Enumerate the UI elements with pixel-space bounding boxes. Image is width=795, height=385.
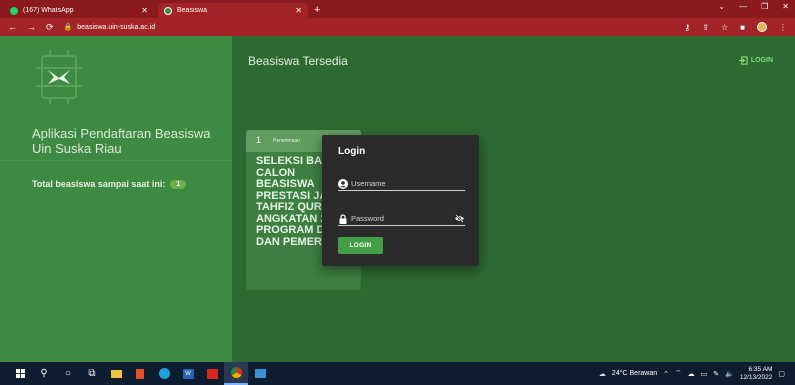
tab-close-icon[interactable]: ✕ [141, 6, 148, 15]
key-icon[interactable]: ⚷ [684, 23, 690, 32]
battery-icon[interactable]: ▭ [701, 370, 708, 378]
username-input[interactable] [351, 179, 465, 188]
forward-icon[interactable]: → [27, 22, 36, 33]
share-icon[interactable]: ⇪ [702, 23, 709, 32]
uin-suska-logo [36, 50, 82, 104]
browser-tab-bar: (167) WhatsApp ✕ Beasiswa ✕ + ⌄ — ❐ ✕ [0, 0, 795, 18]
file-explorer-icon[interactable] [104, 362, 128, 385]
clock-date: 12/13/2022 [739, 373, 773, 381]
task-view-icon[interactable]: ⧉ [80, 362, 104, 385]
app-title: Aplikasi Pendaftaran Beasiswa Uin Suska … [32, 126, 211, 156]
weather-cloud-icon[interactable]: ☁ [599, 370, 606, 378]
tab-label: Beasiswa [177, 7, 207, 14]
windows-taskbar: ⚲ ○ ⧉ W ☁ 24°C Berawan ⌃ ⌔ ☁ ▭ ✎ 🔈 6:35 … [0, 362, 795, 385]
password-input[interactable] [351, 214, 454, 223]
office-icon[interactable] [128, 362, 152, 385]
new-tab-button[interactable]: + [314, 3, 320, 18]
total-scholarship: Total beasiswa sampai saat ini: 1 [32, 179, 187, 189]
edge-icon[interactable] [152, 362, 176, 385]
window-controls: ⌄ — ❐ ✕ [718, 2, 789, 11]
clock[interactable]: 6:35 AM 12/13/2022 [740, 366, 773, 382]
total-label: Total beasiswa sampai saat ini: [32, 179, 166, 189]
menu-dots-icon[interactable]: ⋮ [779, 23, 787, 32]
page-title: Beasiswa Tersedia [248, 54, 348, 68]
lock-icon[interactable]: 🔒 [64, 23, 73, 31]
search-icon[interactable]: ⚲ [32, 362, 56, 385]
chrome-icon[interactable] [224, 362, 248, 385]
modal-title: Login [338, 146, 366, 157]
page-content: Aplikasi Pendaftaran Beasiswa Uin Suska … [0, 36, 795, 362]
notification-icon[interactable]: ▢ [778, 370, 785, 378]
tab-whatsapp[interactable]: (167) WhatsApp ✕ [4, 3, 154, 18]
sidebar-divider [0, 160, 232, 161]
total-count-badge: 1 [170, 179, 187, 189]
photos-icon[interactable] [248, 362, 272, 385]
network-icon[interactable]: ⌔ [675, 369, 682, 378]
weather-text[interactable]: 24°C Berawan [612, 370, 657, 377]
whatsapp-icon [10, 6, 18, 15]
windows-logo-icon [15, 369, 25, 378]
volume-icon[interactable]: 🔈 [725, 370, 734, 378]
url-field[interactable]: beasiswa.uin-suska.ac.id [77, 24, 684, 31]
word-icon[interactable]: W [176, 362, 200, 385]
pen-icon[interactable]: ✎ [713, 370, 719, 378]
login-icon [738, 56, 748, 65]
address-bar: ← → ⟳ 🔒 beasiswa.uin-suska.ac.id ⚷ ⇪ ☆ ■… [0, 18, 795, 36]
profile-avatar[interactable] [757, 22, 767, 32]
user-icon [338, 178, 348, 189]
tab-beasiswa[interactable]: Beasiswa ✕ [158, 3, 308, 18]
sidebar-toggle-icon[interactable]: ■ [740, 23, 745, 32]
minimize-button[interactable]: — [739, 2, 747, 11]
eye-slash-icon[interactable] [454, 214, 465, 223]
acrobat-icon[interactable] [200, 362, 224, 385]
back-icon[interactable]: ← [8, 22, 17, 33]
sidebar: Aplikasi Pendaftaran Beasiswa Uin Suska … [0, 36, 232, 362]
system-tray: ☁ 24°C Berawan ⌃ ⌔ ☁ ▭ ✎ 🔈 6:35 AM 12/13… [599, 362, 785, 385]
reload-icon[interactable]: ⟳ [46, 22, 54, 33]
lock-icon [339, 213, 347, 224]
login-button[interactable]: LOGIN [338, 237, 383, 254]
cortana-icon[interactable]: ○ [56, 362, 80, 385]
tray-expand-icon[interactable]: ⌃ [663, 370, 669, 378]
card-number: 1 [256, 135, 262, 145]
windows-start-icon[interactable] [8, 362, 32, 385]
login-link-label: LOGIN [750, 57, 773, 64]
tab-search-icon[interactable]: ⌄ [718, 2, 725, 11]
close-window-button[interactable]: ✕ [782, 2, 789, 11]
tab-close-icon[interactable]: ✕ [295, 6, 302, 15]
onedrive-icon[interactable]: ☁ [688, 370, 695, 378]
restore-button[interactable]: ❐ [761, 2, 768, 11]
tab-label: (167) WhatsApp [23, 7, 74, 14]
bookmark-star-icon[interactable]: ☆ [721, 23, 728, 32]
card-category: Penerimaan [273, 138, 300, 144]
site-favicon [164, 6, 172, 15]
password-field-wrapper [338, 212, 465, 226]
login-link[interactable]: LOGIN [738, 56, 773, 65]
clock-time: 6:35 AM [748, 365, 773, 373]
login-modal: Login LOGIN [322, 135, 479, 266]
username-field-wrapper [338, 177, 465, 191]
